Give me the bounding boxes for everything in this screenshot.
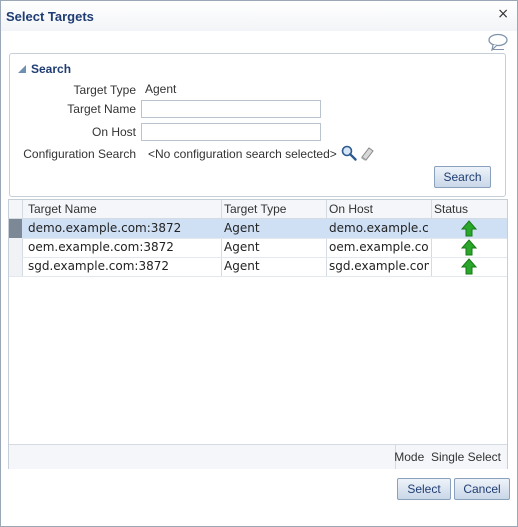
target-type-label: Target Type <box>73 83 136 97</box>
cell-target-name: oem.example.com:3872 <box>28 240 174 254</box>
clear-icon[interactable] <box>359 145 375 161</box>
table-row[interactable]: oem.example.com:3872 Agent oem.example.c… <box>9 238 507 258</box>
status-up-arrow-icon <box>461 258 477 275</box>
table-header: Target Name Target Type On Host Status <box>9 200 507 219</box>
table-footer: Mode Single Select <box>9 444 507 469</box>
collapse-triangle-icon[interactable] <box>18 65 26 73</box>
column-header-status[interactable]: Status <box>434 202 468 216</box>
status-up-arrow-icon <box>461 220 477 237</box>
cell-target-type: Agent <box>224 221 260 235</box>
configuration-search-value: <No configuration search selected> <box>148 147 337 161</box>
search-header[interactable]: Search <box>18 62 71 76</box>
cancel-button[interactable]: Cancel <box>454 478 510 500</box>
row-header[interactable] <box>9 219 22 238</box>
cell-target-type: Agent <box>224 259 260 273</box>
target-type-value: Agent <box>145 82 177 96</box>
on-host-label: On Host <box>91 125 136 139</box>
selection-mode: Mode Single Select <box>394 450 501 464</box>
target-name-label: Target Name <box>67 102 136 116</box>
cell-on-host: demo.example.c... <box>329 221 429 235</box>
on-host-input[interactable] <box>141 123 321 141</box>
table-row[interactable]: sgd.example.com:3872 Agent sgd.example.c… <box>9 257 507 277</box>
search-header-label: Search <box>31 62 72 76</box>
column-header-target-type[interactable]: Target Type <box>224 202 286 216</box>
targets-table: Target Name Target Type On Host Status d… <box>8 199 508 469</box>
row-header[interactable] <box>9 238 22 257</box>
cell-on-host: oem.example.com <box>329 240 429 254</box>
dialog-title: Select Targets <box>6 9 94 24</box>
column-header-on-host[interactable]: On Host <box>329 202 373 216</box>
help-icon[interactable] <box>487 33 509 51</box>
select-targets-dialog: Select Targets × Search Target Type Agen… <box>0 0 518 527</box>
select-button[interactable]: Select <box>397 478 451 500</box>
search-panel: Search Target Type Agent Target Name On … <box>9 53 506 197</box>
cell-on-host: sgd.example.com <box>329 259 429 273</box>
mode-value: Single Select <box>430 450 501 464</box>
status-up-arrow-icon <box>461 239 477 256</box>
column-header-target-name[interactable]: Target Name <box>28 202 97 216</box>
mode-label: Mode <box>394 450 425 464</box>
row-header[interactable] <box>9 257 22 276</box>
configuration-search-label: Configuration Search <box>23 147 136 161</box>
close-icon[interactable]: × <box>497 7 509 21</box>
cell-target-name: sgd.example.com:3872 <box>28 259 169 273</box>
target-name-input[interactable] <box>141 100 321 118</box>
search-icon[interactable] <box>341 145 357 161</box>
table-row[interactable]: demo.example.com:3872 Agent demo.example… <box>9 219 507 239</box>
dialog-titlebar: Select Targets × <box>1 1 517 31</box>
cell-target-name: demo.example.com:3872 <box>28 221 182 235</box>
search-button[interactable]: Search <box>434 166 491 188</box>
cell-target-type: Agent <box>224 240 260 254</box>
